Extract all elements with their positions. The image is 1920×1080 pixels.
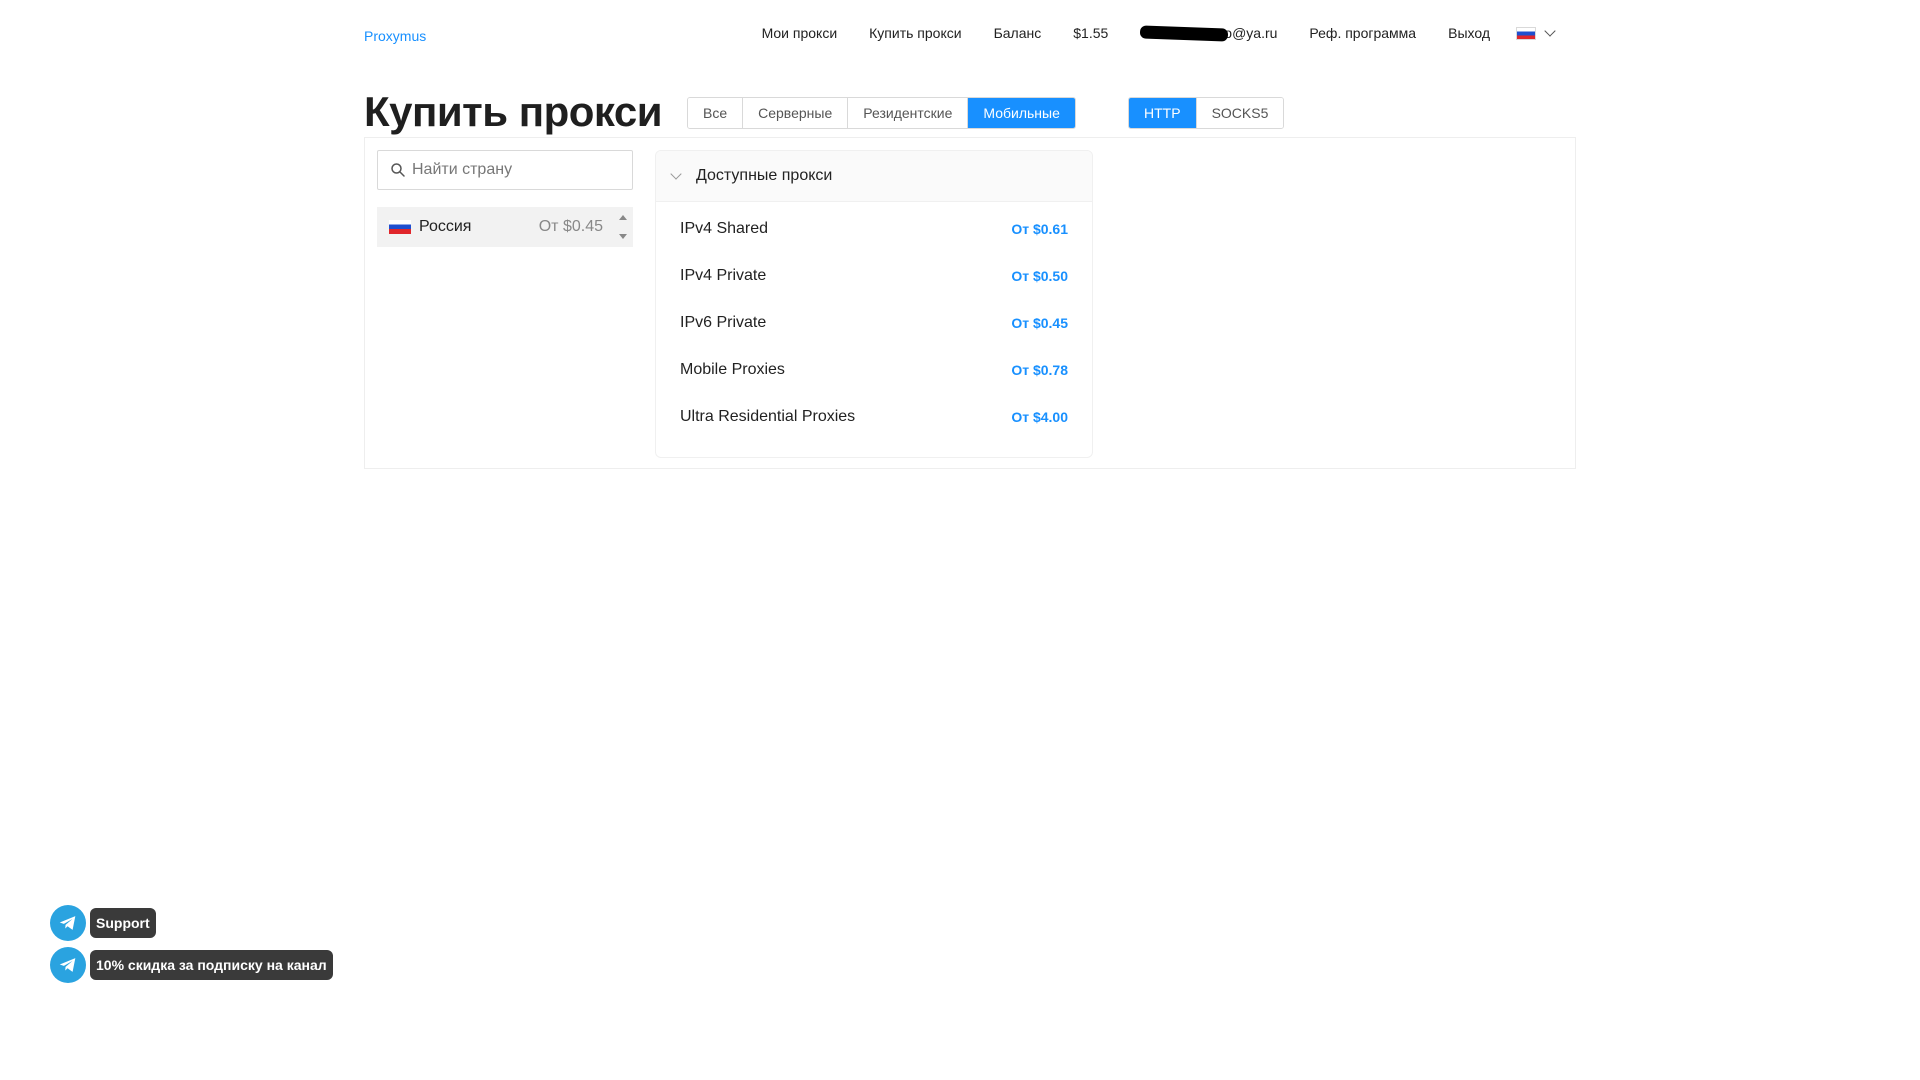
tab-all[interactable]: Все xyxy=(688,98,744,128)
tab-residential[interactable]: Резидентские xyxy=(848,98,969,128)
support-label: Support xyxy=(90,908,156,938)
nav-logout[interactable]: Выход xyxy=(1448,25,1490,41)
scroll-up-icon[interactable] xyxy=(619,215,627,220)
proxy-price: От $0.45 xyxy=(1011,315,1068,331)
redaction-mark xyxy=(1140,25,1229,42)
telegram-icon xyxy=(50,947,86,983)
search-icon xyxy=(391,163,405,177)
nav-account-email[interactable]: o@ya.ru xyxy=(1140,25,1278,42)
proxy-name: IPv4 Private xyxy=(680,267,767,284)
main-panel: Россия От $0.45 Доступные прокси IPv4 Sh… xyxy=(364,137,1576,469)
proxy-price: От $0.50 xyxy=(1011,268,1068,284)
top-nav: Мои прокси Купить прокси Баланс $1.55 o@… xyxy=(730,25,1556,42)
list-scrollbar[interactable] xyxy=(619,211,627,243)
nav-my-proxies[interactable]: Мои прокси xyxy=(762,25,838,41)
proxy-row-ipv6-private[interactable]: IPv6 Private От $0.45 xyxy=(680,311,1068,335)
logo-link[interactable]: Proxymus xyxy=(364,28,426,44)
balance-value: $1.55 xyxy=(1073,25,1109,41)
country-name: Россия xyxy=(419,218,472,235)
page-title: Купить прокси xyxy=(364,88,663,135)
tab-socks5[interactable]: SOCKS5 xyxy=(1196,98,1284,128)
nav-referral[interactable]: Реф. программа xyxy=(1309,25,1416,41)
ru-flag-icon xyxy=(389,220,411,234)
proxy-price: От $4.00 xyxy=(1011,409,1068,425)
proxy-price: От $0.78 xyxy=(1011,362,1068,378)
top-header: Proxymus Мои прокси Купить прокси Баланс… xyxy=(364,22,1564,52)
scroll-down-icon[interactable] xyxy=(619,234,627,239)
proxy-name: Ultra Residential Proxies xyxy=(680,408,856,425)
available-proxies-header[interactable]: Доступные прокси xyxy=(656,151,1092,202)
channel-telegram-button[interactable]: 10% скидка за подписку на канал xyxy=(50,947,333,983)
proxy-row-ipv4-private[interactable]: IPv4 Private От $0.50 xyxy=(680,264,1068,288)
proxy-row-mobile[interactable]: Mobile Proxies От $0.78 xyxy=(680,358,1068,382)
tab-server[interactable]: Серверные xyxy=(743,98,849,128)
proxy-name: IPv4 Shared xyxy=(680,220,769,237)
country-price: От $0.45 xyxy=(538,218,603,235)
country-item-russia[interactable]: Россия От $0.45 xyxy=(377,207,633,247)
channel-label: 10% скидка за подписку на канал xyxy=(90,950,333,980)
language-selector[interactable] xyxy=(1516,25,1556,40)
email-text: o@ya.ru xyxy=(1224,25,1278,41)
category-tabs: Все Серверные Резидентские Мобильные xyxy=(687,97,1076,129)
proxy-name: Mobile Proxies xyxy=(680,361,785,378)
chevron-down-icon xyxy=(670,168,682,180)
chevron-down-icon xyxy=(1544,25,1556,37)
proxy-name: IPv6 Private xyxy=(680,314,767,331)
ru-flag-icon xyxy=(1516,26,1536,40)
telegram-icon xyxy=(50,905,86,941)
nav-buy-proxies[interactable]: Купить прокси xyxy=(869,25,961,41)
country-search[interactable] xyxy=(377,150,633,190)
tab-http[interactable]: HTTP xyxy=(1129,98,1197,128)
available-proxies-title: Доступные прокси xyxy=(696,167,833,184)
support-telegram-button[interactable]: Support xyxy=(50,905,156,941)
available-proxies-panel: Доступные прокси IPv4 Shared От $0.61 IP… xyxy=(655,150,1093,458)
proxy-price: От $0.61 xyxy=(1011,221,1068,237)
proxy-row-ultra-residential[interactable]: Ultra Residential Proxies От $4.00 xyxy=(680,405,1068,429)
search-input[interactable] xyxy=(410,160,614,180)
nav-balance[interactable]: Баланс xyxy=(994,25,1042,41)
tab-mobile[interactable]: Мобильные xyxy=(968,98,1075,128)
proxy-row-ipv4-shared[interactable]: IPv4 Shared От $0.61 xyxy=(680,217,1068,241)
protocol-tabs: HTTP SOCKS5 xyxy=(1128,97,1285,129)
